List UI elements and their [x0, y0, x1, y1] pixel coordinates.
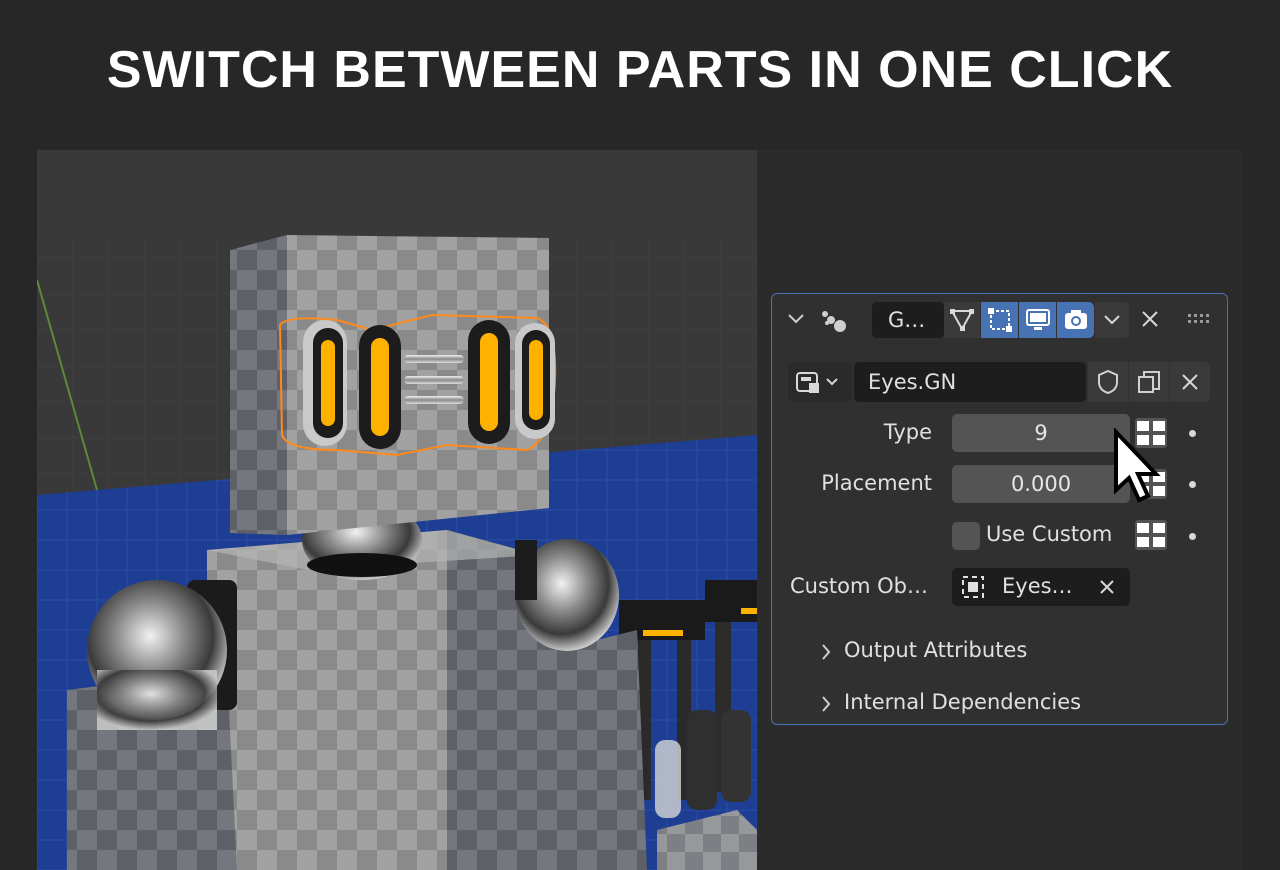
monitor-icon[interactable]: [1019, 302, 1056, 338]
node-group-name: Eyes.GN: [868, 370, 957, 394]
custom-object-label: Custom Ob…: [790, 574, 928, 598]
left-arm: [67, 580, 237, 870]
chevron-down-icon[interactable]: [784, 306, 808, 332]
unlink-close-icon[interactable]: [1170, 362, 1210, 402]
output-attributes-panel-header[interactable]: Output Attributes: [816, 634, 1116, 670]
internal-dependencies-label: Internal Dependencies: [844, 690, 1082, 714]
custom-object-value: Eyes…: [1002, 574, 1073, 598]
clear-close-icon[interactable]: [1096, 576, 1118, 598]
keyframe-dot-icon[interactable]: [1189, 430, 1196, 437]
modifier-options-chevron-icon[interactable]: [1095, 302, 1129, 338]
drag-handle-icon[interactable]: [1186, 308, 1216, 330]
node-group-field[interactable]: Eyes.GN: [854, 362, 1086, 402]
custom-object-field[interactable]: Eyes…: [952, 568, 1130, 606]
chevron-right-icon: [822, 644, 831, 660]
cage-icon[interactable]: [981, 302, 1018, 338]
attribute-toggle-icon[interactable]: [1132, 516, 1170, 554]
keyframe-dot-icon[interactable]: [1189, 533, 1196, 540]
output-attributes-label: Output Attributes: [844, 638, 1028, 662]
use-custom-label: Use Custom: [986, 522, 1113, 546]
mouse-pointer-icon: [1114, 428, 1161, 503]
shield-icon[interactable]: [1088, 362, 1128, 402]
object-icon: [958, 573, 988, 601]
duplicate-icon[interactable]: [1129, 362, 1169, 402]
geometry-nodes-modifier-panel: G… Eyes.GN Type 9 Placement 0.000 Use Cu…: [771, 293, 1228, 725]
placement-label: Placement: [821, 471, 932, 495]
3d-viewport[interactable]: [37, 150, 757, 870]
type-label: Type: [883, 420, 932, 444]
chevron-right-icon: [822, 696, 831, 712]
use-custom-checkbox[interactable]: [952, 522, 980, 550]
type-field[interactable]: 9: [952, 414, 1130, 452]
geometry-nodes-icon: [816, 304, 850, 334]
edit-mode-icon[interactable]: [944, 302, 980, 338]
headline: SWITCH BETWEEN PARTS IN ONE CLICK: [106, 41, 1174, 99]
camera-icon[interactable]: [1057, 302, 1094, 338]
placement-field[interactable]: 0.000: [952, 465, 1130, 503]
modifier-name-field[interactable]: G…: [872, 302, 944, 338]
keyframe-dot-icon[interactable]: [1189, 481, 1196, 488]
close-icon[interactable]: [1138, 306, 1162, 332]
robot-scene: [37, 150, 757, 870]
node-tree-browse-button[interactable]: [788, 362, 852, 402]
internal-dependencies-panel-header[interactable]: Internal Dependencies: [816, 686, 1136, 722]
modifier-name: G…: [888, 308, 926, 332]
node-tree-browse-icon: [792, 368, 848, 396]
